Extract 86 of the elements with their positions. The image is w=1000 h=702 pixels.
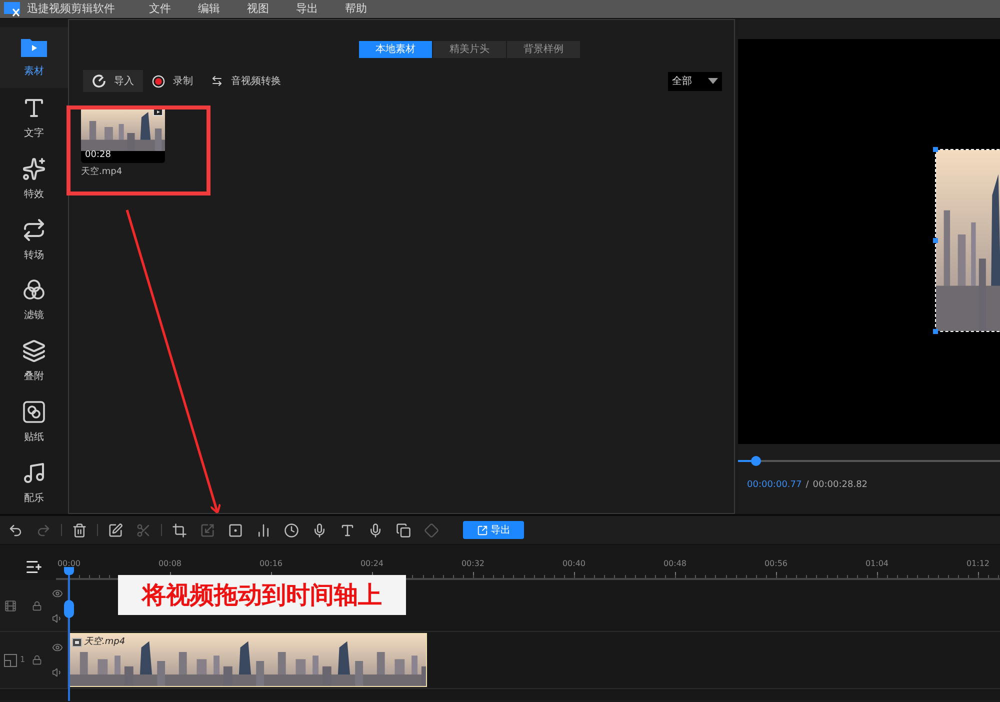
subtitle-icon	[396, 522, 411, 538]
mosaic-icon	[228, 522, 243, 538]
convert-icon	[211, 75, 223, 87]
music-icon	[22, 461, 46, 486]
sidebar-label: 转场	[24, 248, 44, 263]
library-action-button[interactable]: 音视频转换	[202, 70, 290, 92]
menu-item[interactable]: 视图	[247, 0, 269, 18]
delete-icon	[72, 522, 87, 538]
scissors-icon	[136, 522, 151, 538]
total-time: 00:00:28.82	[812, 479, 868, 492]
resize-handle[interactable]	[933, 329, 938, 334]
transition-icon	[22, 218, 46, 242]
layers-icon	[22, 339, 46, 364]
redo-icon	[36, 522, 51, 538]
track-number: 1	[20, 654, 26, 666]
library-tab[interactable]: 背景样例	[507, 41, 580, 58]
sidebar-label: 滤镜	[24, 308, 44, 324]
crop-icon	[172, 522, 187, 538]
ruler-label: 00:00	[57, 558, 81, 570]
lock-icon[interactable]	[32, 655, 42, 665]
volume-icon[interactable]	[52, 612, 63, 624]
library-tab[interactable]: 本地素材	[359, 41, 432, 58]
sidebar-label: 配乐	[24, 492, 44, 506]
library-action-button[interactable]: 录制	[143, 70, 202, 92]
resize-icon	[200, 522, 215, 538]
sparkle-icon	[22, 156, 46, 181]
sidebar-label: 特效	[24, 188, 44, 202]
lock-icon[interactable]	[32, 600, 42, 610]
ruler-label: 00:16	[259, 558, 283, 570]
microphone-icon	[312, 522, 327, 538]
resize-handle[interactable]	[933, 147, 938, 152]
sidebar-item[interactable]: 素材	[0, 27, 68, 88]
menu-item[interactable]: 文件	[149, 0, 171, 18]
sidebar-label: 素材	[24, 64, 44, 79]
library-action-button[interactable]: 导入	[83, 70, 143, 92]
ruler-label: 00:32	[461, 558, 485, 570]
seek-thumb[interactable]	[751, 456, 762, 466]
sidebar-item[interactable]: 配乐	[0, 453, 68, 514]
filter-dropdown[interactable]: 全部	[668, 72, 722, 90]
sidebar-item[interactable]: 转场	[0, 210, 68, 270]
ruler-label: 01:12	[966, 558, 990, 570]
ruler-label: 00:08	[158, 558, 182, 570]
ruler-label: 01:04	[865, 558, 889, 570]
ruler-label: 00:24	[360, 558, 384, 570]
eye-icon[interactable]	[52, 588, 63, 598]
library-tab[interactable]: 精美片头	[433, 41, 506, 58]
media-duration: 00:28	[85, 149, 111, 162]
undo-icon	[8, 522, 23, 538]
diamond-icon	[424, 522, 439, 538]
app-logo-icon	[3, 1, 23, 17]
edit-icon	[108, 522, 123, 538]
time-separator: /	[806, 479, 809, 492]
eye-icon[interactable]	[52, 642, 63, 653]
clip-name: 天空.mp4	[84, 636, 126, 649]
caret-icon	[708, 78, 718, 84]
sidebar-item[interactable]: 滤镜	[0, 270, 68, 332]
app-title: 迅捷视频剪辑软件	[27, 0, 116, 17]
export-icon	[476, 524, 488, 536]
export-button[interactable]: 导出	[463, 521, 524, 539]
resize-handle[interactable]	[933, 238, 938, 243]
sidebar-item[interactable]: 特效	[0, 148, 68, 210]
menu-item[interactable]: 帮助	[345, 0, 367, 18]
sidebar-item[interactable]: 贴纸	[0, 392, 68, 454]
sidebar-item[interactable]: 叠附	[0, 331, 68, 392]
audio-bars-icon	[256, 522, 271, 538]
film-icon	[4, 598, 17, 612]
sticker-icon	[22, 400, 46, 424]
overlay-track-icon	[4, 654, 17, 666]
circles-icon	[22, 278, 46, 302]
ruler-label: 00:56	[764, 558, 788, 570]
ruler-label: 00:40	[562, 558, 586, 570]
sidebar-label: 叠附	[24, 370, 44, 384]
sidebar-label: 文字	[24, 126, 44, 141]
clock-icon	[284, 522, 299, 538]
annotation-caption: 将视频拖动到时间轴上	[118, 575, 406, 615]
volume-icon[interactable]	[52, 667, 63, 678]
sidebar-label: 贴纸	[24, 430, 44, 446]
video-icon	[72, 638, 82, 648]
menu-item[interactable]: 编辑	[198, 0, 220, 18]
import-icon	[92, 74, 106, 88]
sidebar-item[interactable]: 文字	[0, 88, 68, 149]
ruler-label: 00:48	[663, 558, 687, 570]
current-time: 00:00:00.77	[747, 479, 802, 492]
media-name: 天空.mp4	[81, 166, 124, 179]
record-icon	[152, 74, 165, 88]
menu-item[interactable]: 导出	[296, 0, 318, 18]
